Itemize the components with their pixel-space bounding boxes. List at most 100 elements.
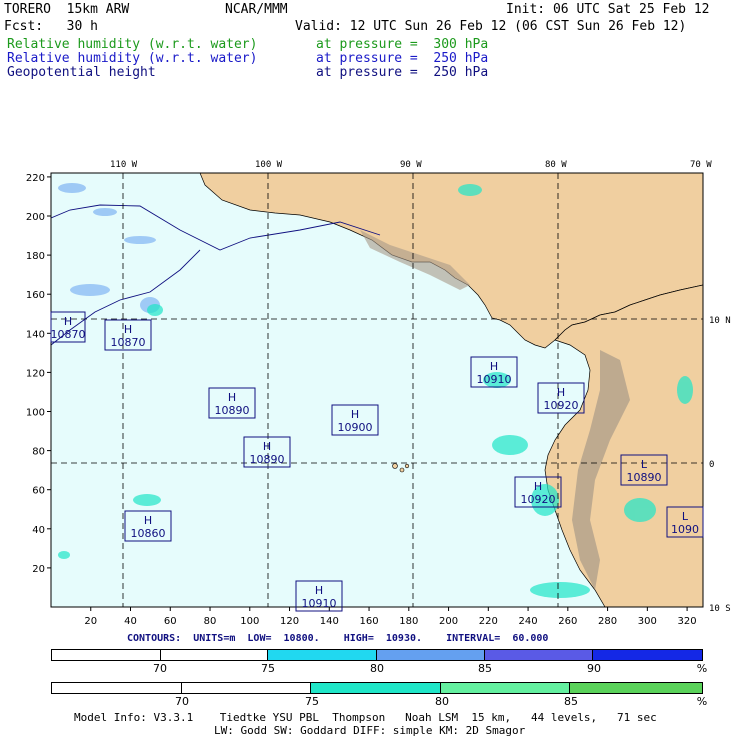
colorbar-label: 75 [261, 662, 275, 675]
colorbar-segment [484, 650, 594, 660]
height-label-value: 10870 [51, 328, 86, 341]
height-label-type: H [228, 391, 236, 404]
colorbar-unit: % [696, 662, 708, 675]
colorbar-label: 75 [305, 695, 319, 708]
height-label-value: 10870 [111, 336, 146, 349]
y-tick-label: 160 [26, 290, 45, 301]
height-label-type: L [682, 510, 689, 523]
lat-label: 10 S [709, 604, 731, 614]
colorbar-segment [311, 683, 441, 693]
colorbar-segment [570, 683, 703, 693]
y-tick-label: 120 [26, 368, 45, 379]
rh300-patch [458, 184, 482, 196]
model-info-line1: Model Info: V3.3.1 Tiedtke YSU PBL Thomp… [74, 711, 657, 724]
x-tick-label: 140 [320, 616, 339, 627]
y-tick-label: 40 [32, 525, 45, 536]
lon-label: 100 W [255, 160, 283, 170]
rh300-patch [133, 494, 161, 506]
model-info-line2: LW: Godd SW: Goddard DIFF: simple KM: 2D… [214, 724, 526, 737]
colorbar-segment [377, 650, 485, 660]
height-label-type: H [534, 480, 542, 493]
height-label-type: H [144, 514, 152, 527]
y-tick-label: 220 [26, 173, 45, 184]
rh300-patch [624, 498, 656, 522]
rh300-patch [677, 376, 693, 404]
x-tick-label: 100 [240, 616, 259, 627]
lat-label: 0 [709, 460, 714, 470]
height-label-type: H [557, 386, 565, 399]
lat-label: 10 N [709, 316, 731, 326]
colorbar-unit: % [696, 695, 708, 708]
x-tick-label: 120 [280, 616, 299, 627]
height-label-value: 10890 [215, 404, 250, 417]
x-tick-label: 300 [638, 616, 657, 627]
height-label-type: H [263, 440, 271, 453]
colorbar-label: 85 [564, 695, 578, 708]
height-label-value: 10920 [521, 493, 556, 506]
height-label-type: H [351, 408, 359, 421]
x-tick-label: 280 [598, 616, 617, 627]
height-label-type: H [64, 315, 72, 328]
rh300-colorbar [51, 682, 703, 694]
colorbar-segment [440, 683, 571, 693]
contour-info: CONTOURS: UNITS=m LOW= 10800. HIGH= 1093… [127, 633, 549, 644]
rh300-patch [492, 435, 528, 455]
y-tick-label: 100 [26, 408, 45, 419]
lon-label: 80 W [545, 160, 567, 170]
lon-label: 70 W [690, 160, 712, 170]
y-tick-label: 80 [32, 447, 45, 458]
colorbar-label: 85 [478, 662, 492, 675]
rh250-colorbar [51, 649, 703, 661]
rh250-patch [70, 284, 110, 296]
colorbar-segment [181, 683, 312, 693]
rh250-patch [93, 208, 117, 216]
height-label-type: H [124, 323, 132, 336]
x-tick-label: 40 [124, 616, 137, 627]
height-label-value: 10910 [477, 373, 512, 386]
galapagos-2 [399, 467, 405, 473]
colorbar-segment [52, 650, 161, 660]
height-label-value: 10890 [250, 453, 285, 466]
x-tick-label: 200 [439, 616, 458, 627]
galapagos-3 [404, 463, 410, 469]
height-label-type: H [490, 360, 498, 373]
lon-label: 90 W [400, 160, 422, 170]
x-tick-label: 160 [360, 616, 379, 627]
height-label-value: 10860 [131, 527, 166, 540]
height-label-type: L [641, 458, 648, 471]
y-tick-label: 60 [32, 486, 45, 497]
height-label-value: 10890 [627, 471, 662, 484]
colorbar-segment [268, 650, 378, 660]
x-tick-label: 60 [164, 616, 177, 627]
x-tick-label: 20 [84, 616, 97, 627]
x-tick-label: 260 [558, 616, 577, 627]
x-tick-label: 320 [678, 616, 697, 627]
colorbar-segment [160, 650, 269, 660]
height-label-type: H [315, 584, 323, 597]
height-label-value: 10900 [338, 421, 373, 434]
forecast-map: 110 W 100 W 90 W 80 W 70 W 10 N 0 10 S 2… [26, 160, 731, 627]
rh250-patch [58, 183, 86, 193]
colorbar-label: 80 [435, 695, 449, 708]
galapagos-1 [392, 463, 398, 469]
lon-label: 110 W [110, 160, 138, 170]
y-tick-label: 140 [26, 329, 45, 340]
x-tick-label: 220 [479, 616, 498, 627]
colorbar-label: 80 [370, 662, 384, 675]
colorbar-segment [593, 650, 703, 660]
height-label-value: 10910 [302, 597, 337, 610]
rh250-patch [124, 236, 156, 244]
rh300-patch [58, 551, 70, 559]
colorbar-label: 70 [153, 662, 167, 675]
colorbar-label: 90 [587, 662, 601, 675]
colorbar-segment [52, 683, 182, 693]
y-tick-label: 200 [26, 212, 45, 223]
height-label-value: 10920 [544, 399, 579, 412]
x-tick-label: 80 [204, 616, 217, 627]
x-tick-label: 180 [399, 616, 418, 627]
height-label-value: 1090 [671, 523, 699, 536]
x-tick-label: 240 [519, 616, 538, 627]
y-tick-label: 180 [26, 251, 45, 262]
rh300-patch [530, 582, 590, 598]
rh300-patch [147, 304, 163, 316]
